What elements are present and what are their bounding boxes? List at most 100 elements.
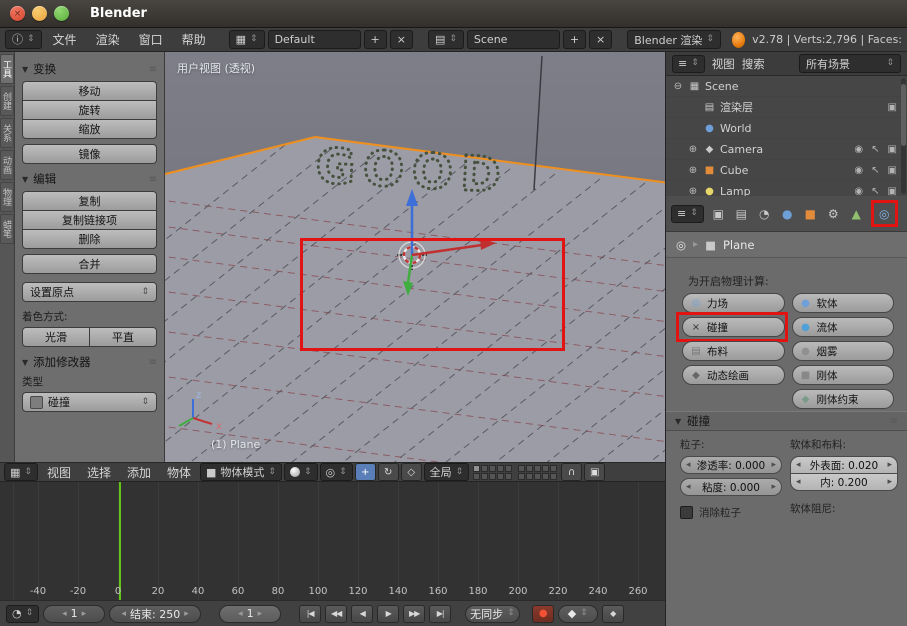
increment-icon[interactable]: ▸ xyxy=(771,482,776,492)
rigid-body-button[interactable]: ■ 刚体 xyxy=(792,365,895,385)
add-layout-button[interactable]: + xyxy=(364,30,387,49)
tab-create[interactable]: 创建 xyxy=(0,86,14,116)
menu-help[interactable]: 帮助 xyxy=(174,31,214,48)
increment-icon[interactable]: ▸ xyxy=(887,477,892,487)
hide-eye-icon[interactable]: ◉ xyxy=(854,144,863,155)
decrement-icon[interactable]: ◂ xyxy=(238,609,243,619)
decrement-icon[interactable]: ◂ xyxy=(686,482,691,492)
increment-icon[interactable]: ▸ xyxy=(258,609,263,619)
timeline-editor-type-button[interactable]: ◔ ⇕ xyxy=(6,605,39,623)
collision-panel-header[interactable]: ▼ 碰撞 ≡ xyxy=(666,411,907,431)
panel-header-edit[interactable]: ▼ 编辑 ≡ xyxy=(22,171,157,187)
outliner-row-camera[interactable]: ⊕ ◆ Camera ◉ ↖ ▣ xyxy=(666,139,907,160)
duplicate-button[interactable]: 复制 xyxy=(22,191,157,211)
screen-layout-select[interactable]: Default xyxy=(268,30,361,49)
play-button[interactable]: ▶ xyxy=(377,605,399,623)
tab-scene-icon[interactable]: ◔ xyxy=(756,205,773,222)
outliner-menu-view[interactable]: 视图 xyxy=(712,56,735,72)
maximize-button[interactable] xyxy=(54,6,69,21)
screen-layout-icon-button[interactable]: ▦ ⇕ xyxy=(229,30,265,49)
cloth-button[interactable]: ▤ 布料 xyxy=(682,341,785,361)
duplicate-linked-button[interactable]: 复制链接项 xyxy=(22,210,157,230)
tab-tools[interactable]: 工具 xyxy=(0,54,14,84)
delete-button[interactable]: 删除 xyxy=(22,229,157,249)
delete-scene-button[interactable]: × xyxy=(589,30,612,49)
viewport-editor-type-button[interactable]: ▦ ⇕ xyxy=(4,463,38,481)
transform-orientation-select[interactable]: 全局 ⇕ xyxy=(424,463,470,481)
collapse-icon[interactable]: ⊖ xyxy=(672,81,684,92)
tab-physics[interactable]: 物理 xyxy=(0,182,14,212)
viewport-3d[interactable]: GOOD xyxy=(165,52,665,462)
hide-eye-icon[interactable]: ◉ xyxy=(854,165,863,176)
frame-start-field[interactable]: ◂ 1 ▸ xyxy=(43,605,105,623)
outliner-row-scene[interactable]: ⊖ ▦ Scene xyxy=(666,76,907,97)
fluid-button[interactable]: ● 流体 xyxy=(792,317,895,337)
outer-thickness-field[interactable]: ◂ 外表面: 0.020 ▸ xyxy=(790,456,898,474)
panel-header-transform[interactable]: ▼ 变换 ≡ xyxy=(22,61,157,77)
decrement-icon[interactable]: ◂ xyxy=(122,609,127,619)
shade-smooth-button[interactable]: 光滑 xyxy=(22,327,90,347)
timeline-playhead[interactable] xyxy=(119,482,121,600)
hide-eye-icon[interactable]: ◉ xyxy=(854,186,863,197)
outliner-display-filter-select[interactable]: 所有场景 ⇕ xyxy=(799,54,901,73)
scene-icon-button[interactable]: ▤ ⇕ xyxy=(428,30,464,49)
decrement-icon[interactable]: ◂ xyxy=(796,460,801,470)
play-reverse-button[interactable]: ◀ xyxy=(351,605,373,623)
tab-render-icon[interactable]: ▣ xyxy=(710,205,727,222)
menu-render[interactable]: 渲染 xyxy=(88,31,128,48)
tab-grease-pencil[interactable]: 蜡笔 xyxy=(0,214,14,244)
scale-button[interactable]: 缩放 xyxy=(22,119,157,139)
rotate-button[interactable]: 旋转 xyxy=(22,100,157,120)
sync-mode-select[interactable]: 无同步 ⇕ xyxy=(465,605,520,623)
current-frame-field[interactable]: ◂ 1 ▸ xyxy=(219,605,281,623)
timeline[interactable]: -40 -20 0 20 40 60 80 100 120 140 160 18… xyxy=(0,482,665,601)
selectable-icon[interactable]: ↖ xyxy=(871,144,879,155)
dynamic-paint-button[interactable]: ◆ 动态绘画 xyxy=(682,365,785,385)
smoke-button[interactable]: ● 烟雾 xyxy=(792,341,895,361)
layers-stack-icon[interactable]: ▣ xyxy=(888,102,897,113)
increment-icon[interactable]: ▸ xyxy=(184,609,189,619)
render-opengl-button[interactable]: ▣ xyxy=(584,463,605,481)
frame-end-field[interactable]: ◂ 结束: 250 ▸ xyxy=(109,605,201,623)
force-field-button[interactable]: ◎ 力场 xyxy=(682,293,785,313)
jump-to-start-button[interactable]: |◀ xyxy=(299,605,321,623)
tab-render-layers-icon[interactable]: ▤ xyxy=(733,205,750,222)
rigid-body-constraint-button[interactable]: ◆ 刚体约束 xyxy=(792,389,895,409)
pin-icon[interactable]: ◎ xyxy=(676,238,686,252)
outliner-scrollbar[interactable] xyxy=(901,78,906,194)
menu-select[interactable]: 选择 xyxy=(80,464,118,481)
soft-body-button[interactable]: ● 软体 xyxy=(792,293,895,313)
selectable-icon[interactable]: ↖ xyxy=(871,186,879,197)
jump-to-end-button[interactable]: ▶| xyxy=(429,605,451,623)
tab-physics-icon[interactable]: ◎ xyxy=(876,205,893,222)
menu-view[interactable]: 视图 xyxy=(40,464,78,481)
translate-button[interactable]: 移动 xyxy=(22,81,157,101)
manipulator-scale-toggle[interactable]: ◇ xyxy=(401,463,422,481)
jump-prev-keyframe-button[interactable]: ◀◀ xyxy=(325,605,347,623)
insert-keyframe-button[interactable]: ◆ xyxy=(602,605,624,623)
manipulator-translate-toggle[interactable]: + xyxy=(355,463,376,481)
manipulator-rotate-toggle[interactable]: ↻ xyxy=(378,463,399,481)
editor-type-button[interactable]: ⓘ ⇕ xyxy=(5,30,42,49)
jump-next-keyframe-button[interactable]: ▶▶ xyxy=(403,605,425,623)
layers-widget-b[interactable] xyxy=(518,465,557,480)
render-engine-select[interactable]: Blender 渲染 ⇕ xyxy=(627,30,721,49)
layers-widget-a[interactable] xyxy=(473,465,512,480)
tab-world-icon[interactable]: ● xyxy=(779,205,796,222)
panel-header-add-modifier[interactable]: ▼ 添加修改器 ≡ xyxy=(22,354,157,370)
snap-magnet-toggle[interactable]: ∩ xyxy=(561,463,582,481)
kill-particles-checkbox[interactable]: 消除粒子 xyxy=(680,505,782,520)
modifier-type-dropdown[interactable]: 碰撞 ⇕ xyxy=(22,392,157,412)
expand-icon[interactable]: ⊕ xyxy=(687,165,699,176)
delete-layout-button[interactable]: × xyxy=(390,30,413,49)
pivot-point-select[interactable]: ◎ ⇕ xyxy=(320,463,353,481)
increment-icon[interactable]: ▸ xyxy=(887,460,892,470)
tab-relations[interactable]: 关系 xyxy=(0,118,14,148)
tab-modifiers-icon[interactable]: ⚙ xyxy=(825,205,842,222)
properties-editor-type-button[interactable]: ≡ ⇕ xyxy=(671,205,704,223)
permeability-field[interactable]: ◂ 渗透率: 0.000 ▸ xyxy=(680,456,782,474)
decrement-icon[interactable]: ◂ xyxy=(686,460,691,470)
mirror-button[interactable]: 镜像 xyxy=(22,144,157,164)
increment-icon[interactable]: ▸ xyxy=(771,460,776,470)
selectable-icon[interactable]: ↖ xyxy=(871,165,879,176)
